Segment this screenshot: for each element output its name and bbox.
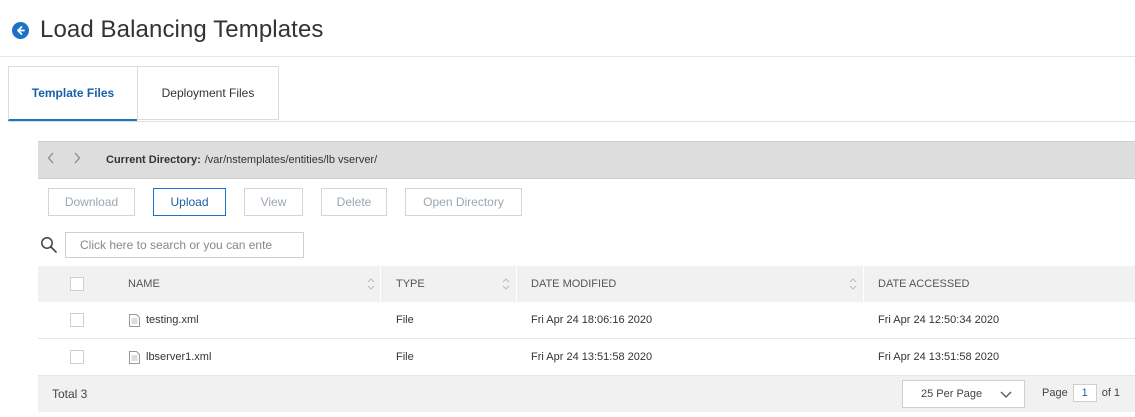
row-checkbox[interactable] — [70, 313, 84, 327]
file-name: testing.xml — [146, 314, 199, 326]
page-header: Load Balancing Templates — [12, 14, 324, 46]
row-checkbox[interactable] — [70, 350, 84, 364]
page-title: Load Balancing Templates — [40, 16, 324, 43]
page-number-input[interactable]: 1 — [1072, 384, 1097, 402]
tab-deployment-files[interactable]: Deployment Files — [137, 66, 279, 120]
column-divider — [380, 266, 381, 302]
open-directory-button[interactable]: Open Directory — [405, 188, 522, 216]
file-type: File — [396, 314, 414, 326]
file-type: File — [396, 351, 414, 363]
search-icon — [40, 236, 58, 254]
page-label: Page — [1042, 387, 1068, 399]
file-name-cell[interactable]: lbserver1.xml — [129, 339, 211, 375]
back-arrow-icon[interactable] — [12, 21, 29, 39]
file-date-accessed: Fri Apr 24 13:51:58 2020 — [878, 351, 1000, 363]
file-icon — [129, 350, 140, 364]
per-page-select[interactable]: 25 Per Page — [902, 380, 1025, 408]
file-icon — [129, 313, 140, 327]
tabs-divider — [8, 121, 1135, 122]
delete-button[interactable]: Delete — [321, 188, 387, 216]
upload-button[interactable]: Upload — [153, 188, 226, 216]
select-all-checkbox[interactable] — [70, 277, 84, 291]
file-date-modified: Fri Apr 24 18:06:16 2020 — [531, 314, 653, 326]
chevron-left-icon[interactable] — [42, 151, 60, 169]
search-bar: Click here to search or you can ente — [38, 232, 304, 258]
sort-icon[interactable] — [367, 276, 375, 292]
total-count: Total 3 — [52, 387, 88, 401]
file-name: lbserver1.xml — [146, 351, 212, 363]
tab-template-files[interactable]: Template Files — [8, 66, 137, 121]
column-type[interactable]: TYPE — [396, 266, 425, 302]
chevron-right-icon[interactable] — [68, 151, 86, 169]
file-date-modified: Fri Apr 24 13:51:58 2020 — [531, 351, 653, 363]
files-table: NAME TYPE DATE MODIFIED DATE ACCESSED te… — [38, 266, 1135, 412]
file-name-cell[interactable]: testing.xml — [129, 302, 199, 338]
sort-icon[interactable] — [849, 276, 857, 292]
table-footer: Total 3 25 Per Page Page 1 of 1 — [38, 376, 1135, 412]
table-header: NAME TYPE DATE MODIFIED DATE ACCESSED — [38, 266, 1135, 302]
header-divider — [0, 56, 1135, 57]
current-directory-path: /var/nstemplates/entities/lb vserver/ — [204, 154, 378, 166]
directory-bar: Current Directory: /var/nstemplates/enti… — [38, 141, 1135, 179]
column-date-accessed[interactable]: DATE ACCESSED — [878, 266, 970, 302]
column-divider — [863, 266, 864, 302]
pagination: Page 1 of 1 — [1042, 384, 1120, 402]
table-row[interactable]: testing.xml File Fri Apr 24 18:06:16 202… — [38, 302, 1135, 339]
column-divider — [516, 266, 517, 302]
search-input[interactable]: Click here to search or you can ente — [65, 232, 304, 258]
download-button[interactable]: Download — [48, 188, 135, 216]
table-row[interactable]: lbserver1.xml File Fri Apr 24 13:51:58 2… — [38, 339, 1135, 376]
column-name[interactable]: NAME — [128, 266, 160, 302]
sort-icon[interactable] — [502, 276, 510, 292]
column-date-modified[interactable]: DATE MODIFIED — [531, 266, 616, 302]
current-directory-label: Current Directory: — [106, 154, 201, 166]
file-date-accessed: Fri Apr 24 12:50:34 2020 — [878, 314, 1000, 326]
per-page-value: 25 Per Page — [921, 388, 983, 400]
chevron-down-icon — [1000, 391, 1012, 398]
tab-bar: Template Files Deployment Files — [8, 66, 279, 121]
view-button[interactable]: View — [244, 188, 303, 216]
toolbar: Download Upload View Delete Open Directo… — [48, 188, 540, 216]
file-browser-panel: Current Directory: /var/nstemplates/enti… — [38, 141, 1135, 412]
page-total: of 1 — [1101, 387, 1121, 399]
